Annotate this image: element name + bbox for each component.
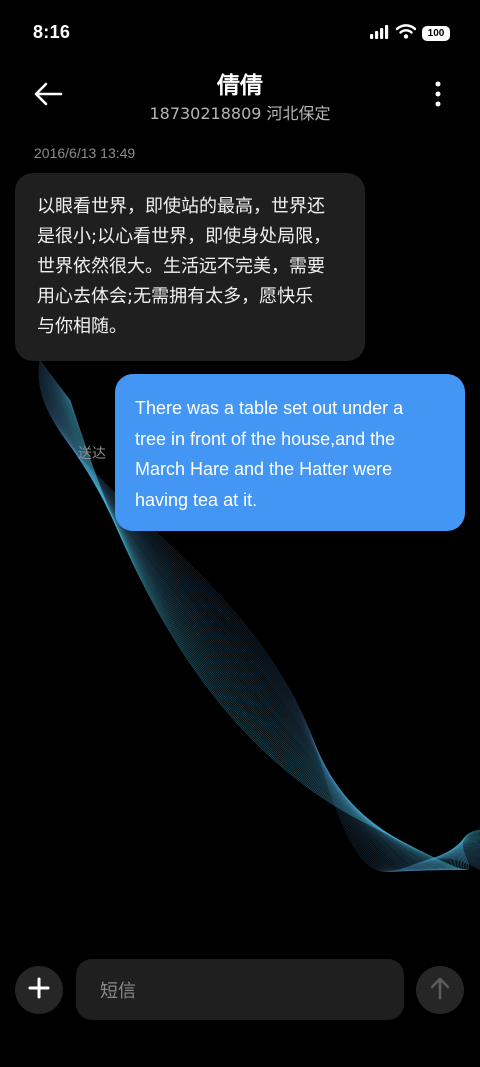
add-attachment-button[interactable] [15,966,63,1014]
outgoing-message-line: March Hare and the Hatter were [135,459,393,479]
incoming-message-line: 世界依然很大。生活远不完美，需要 [37,256,325,277]
plus-icon [28,977,50,1003]
incoming-message-line: 是很小;以心看世界，即使身处局限， [37,226,332,247]
message-timestamp: 2016/6/13 13:49 [34,145,136,161]
delivery-status: 送达 [78,446,106,462]
outgoing-message-line: having tea at it. [135,489,258,510]
outgoing-message-line: tree in front of the house,and the [135,428,396,449]
contact-name: 倩倩 [217,73,263,99]
signal-icon [370,24,390,43]
outgoing-message-line: There was a table set out under a [135,398,404,418]
incoming-message-line: 与你相随。 [37,316,127,337]
battery-icon: 100 [422,26,450,41]
message-input-placeholder: 短信 [100,980,136,1002]
more-options-button[interactable] [426,78,450,114]
status-time: 8:16 [33,22,71,42]
status-icons: 100 [370,24,450,43]
more-vertical-icon [435,81,441,111]
outgoing-message-bubble[interactable]: There was a table set out under a tree i… [115,374,465,531]
send-button[interactable] [416,966,464,1014]
message-input[interactable]: 短信 [76,959,404,1020]
wifi-icon [395,24,417,43]
incoming-message-line: 以眼看世界，即使站的最高，世界还 [37,196,325,217]
incoming-message-bubble[interactable]: 以眼看世界，即使站的最高，世界还 是很小;以心看世界，即使身处局限， 世界依然很… [15,173,365,361]
send-arrow-icon [430,976,450,1004]
message-composer: 短信 [0,955,480,1025]
conversation-header: 倩倩 18730218809 河北保定 [0,60,480,130]
contact-number-location: 18730218809 河北保定 [149,104,331,123]
incoming-message-line: 用心去体会;无需拥有太多，愿快乐 [37,286,314,307]
status-bar: 8:16 100 [0,0,480,66]
